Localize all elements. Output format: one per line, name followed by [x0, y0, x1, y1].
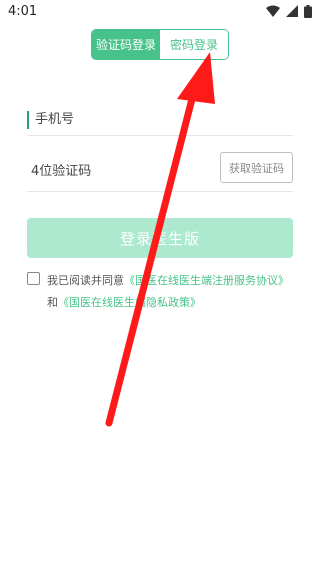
wifi-icon [266, 5, 280, 17]
registration-agreement-link[interactable]: 《国医在线医生端注册服务协议》 [124, 274, 289, 287]
agreement-prefix: 我已阅读并同意 [47, 274, 124, 287]
battery-icon [304, 4, 312, 18]
status-icons [266, 4, 312, 18]
tab-password-login[interactable]: 密码登录 [160, 30, 228, 59]
code-input[interactable] [27, 164, 195, 179]
signal-icon [286, 5, 298, 17]
get-code-button[interactable]: 获取验证码 [220, 152, 293, 183]
status-bar: 4:01 [0, 0, 320, 22]
agreement-conjunction: 和 [47, 296, 58, 309]
login-mode-toggle: 验证码登录 密码登录 [91, 29, 229, 60]
phone-input[interactable] [31, 112, 199, 127]
phone-field [27, 104, 293, 136]
tab-sms-login[interactable]: 验证码登录 [92, 30, 160, 59]
agreement-text: 我已阅读并同意《国医在线医生端注册服务协议》和《国医在线医生端隐私政策》 [47, 270, 295, 314]
text-cursor [27, 110, 29, 129]
status-time: 4:01 [8, 3, 38, 19]
privacy-policy-link[interactable]: 《国医在线医生端隐私政策》 [58, 296, 201, 309]
agree-checkbox[interactable] [27, 272, 40, 285]
code-field: 获取验证码 [27, 152, 293, 192]
login-button[interactable]: 登录医生版 [27, 218, 293, 258]
